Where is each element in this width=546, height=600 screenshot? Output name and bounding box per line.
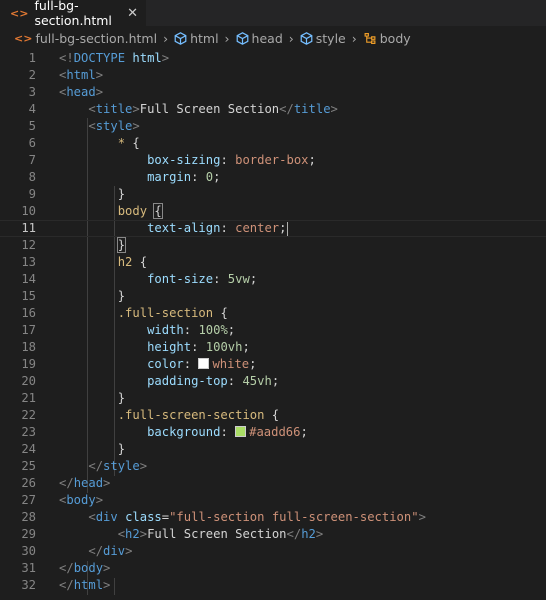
breadcrumb-file[interactable]: <> full-bg-section.html: [14, 31, 157, 46]
line-number: 13: [21, 255, 36, 269]
code-line: 12 }: [0, 237, 546, 254]
code-line: 23 background: #aadd66;: [0, 424, 546, 441]
line-number: 23: [21, 425, 36, 439]
tab-full-bg-section[interactable]: <> full-bg-section.html ✕: [0, 0, 146, 28]
code-line: 30 </div>: [0, 543, 546, 560]
line-number: 26: [21, 476, 36, 490]
line-number: 24: [21, 442, 36, 456]
cube-icon: [236, 31, 248, 45]
line-number: 31: [21, 561, 36, 575]
code-line: 26 </head>: [0, 475, 546, 492]
line-number: 16: [21, 306, 36, 320]
line-number: 14: [21, 272, 36, 286]
breadcrumb: <> full-bg-section.html › html › head › …: [0, 26, 546, 50]
cube-icon: [174, 31, 187, 45]
line-number: 28: [21, 510, 36, 524]
chevron-right-icon: ›: [288, 30, 294, 46]
code-editor[interactable]: 1 <!DOCTYPE html> 2 <html> 3 <head> 4 <titl…: [0, 50, 546, 595]
line-number: 2: [28, 68, 36, 82]
breadcrumb-style[interactable]: style: [300, 31, 346, 46]
close-icon[interactable]: ✕: [127, 6, 138, 21]
code-line: 32 </html>: [0, 577, 546, 594]
line-number: 8: [28, 170, 36, 184]
code-line: 18 height: 100vh;: [0, 339, 546, 356]
line-number: 27: [21, 493, 36, 507]
line-number: 7: [28, 153, 36, 167]
code-line: 16 .full-section {: [0, 305, 546, 322]
line-number: 22: [21, 408, 36, 422]
line-number: 18: [21, 340, 36, 354]
line-number: 19: [21, 357, 36, 371]
code-line: 21 }: [0, 390, 546, 407]
code-line-current: 11 text-align: center;: [0, 220, 546, 237]
line-number: 1: [28, 51, 36, 65]
chevron-right-icon: ›: [351, 30, 357, 46]
line-number: 9: [28, 187, 36, 201]
breadcrumb-label: html: [190, 30, 219, 46]
tab-label: full-bg-section.html: [34, 0, 112, 28]
cube-icon: [300, 31, 313, 45]
html-file-icon: <>: [10, 6, 29, 20]
text-cursor: [286, 221, 288, 236]
code-line: 14 font-size: 5vw;: [0, 271, 546, 288]
line-number: 3: [28, 85, 36, 99]
line-number: 21: [21, 391, 36, 405]
code-line: 7 box-sizing: border-box;: [0, 152, 546, 169]
html-file-icon: <>: [14, 31, 33, 45]
code-line: 2 <html>: [0, 67, 546, 84]
code-line: 22 .full-screen-section {: [0, 407, 546, 424]
tab-bar: <> full-bg-section.html ✕: [0, 0, 546, 28]
code-line: 24 }: [0, 441, 546, 458]
code-line: 1 <!DOCTYPE html>: [0, 50, 546, 67]
code-line: 19 color: white;: [0, 356, 546, 373]
breadcrumb-label: head: [251, 30, 283, 46]
breadcrumb-file-label: full-bg-section.html: [35, 30, 158, 46]
code-line: 28 <div class="full-section full-screen-…: [0, 509, 546, 526]
breadcrumb-label: style: [315, 30, 346, 46]
code-line: 10 body {: [0, 203, 546, 220]
chevron-right-icon: ›: [163, 30, 169, 46]
line-number: 15: [21, 289, 36, 303]
breadcrumb-html[interactable]: html: [174, 30, 219, 46]
breadcrumb-label: body: [379, 30, 411, 46]
code-line: 4 <title>Full Screen Section</title>: [0, 101, 546, 118]
line-number: 17: [21, 323, 36, 337]
line-number: 30: [21, 544, 36, 558]
line-number: 11: [21, 221, 36, 235]
code-line: 3 <head>: [0, 84, 546, 101]
color-swatch-white[interactable]: [198, 358, 210, 369]
css-selector-icon: [364, 32, 376, 44]
line-number: 20: [21, 374, 36, 388]
chevron-right-icon: ›: [224, 30, 230, 46]
code-line: 27 <body>: [0, 492, 546, 509]
breadcrumb-body[interactable]: body: [363, 31, 411, 46]
breadcrumb-head[interactable]: head: [236, 31, 283, 46]
line-number: 10: [21, 204, 36, 218]
code-line: 9 }: [0, 186, 546, 203]
code-line: 29 <h2>Full Screen Section</h2>: [0, 526, 546, 543]
code-line: 15 }: [0, 288, 546, 305]
code-line: 25 </style>: [0, 458, 546, 475]
code-line: 8 margin: 0;: [0, 169, 546, 186]
line-number: 4: [28, 102, 36, 116]
line-number: 32: [21, 578, 36, 592]
line-number: 5: [28, 119, 36, 133]
color-swatch-green[interactable]: [235, 426, 247, 437]
line-number: 12: [21, 238, 36, 252]
line-number: 25: [21, 459, 36, 473]
code-line: 13 h2 {: [0, 254, 546, 271]
code-line: 5 <style>: [0, 118, 546, 135]
line-number: 6: [28, 136, 36, 150]
code-line: 31 </body>: [0, 560, 546, 577]
code-line: 20 padding-top: 45vh;: [0, 373, 546, 390]
code-line: 6 * {: [0, 135, 546, 152]
code-line: 17 width: 100%;: [0, 322, 546, 339]
line-number: 29: [21, 527, 36, 541]
